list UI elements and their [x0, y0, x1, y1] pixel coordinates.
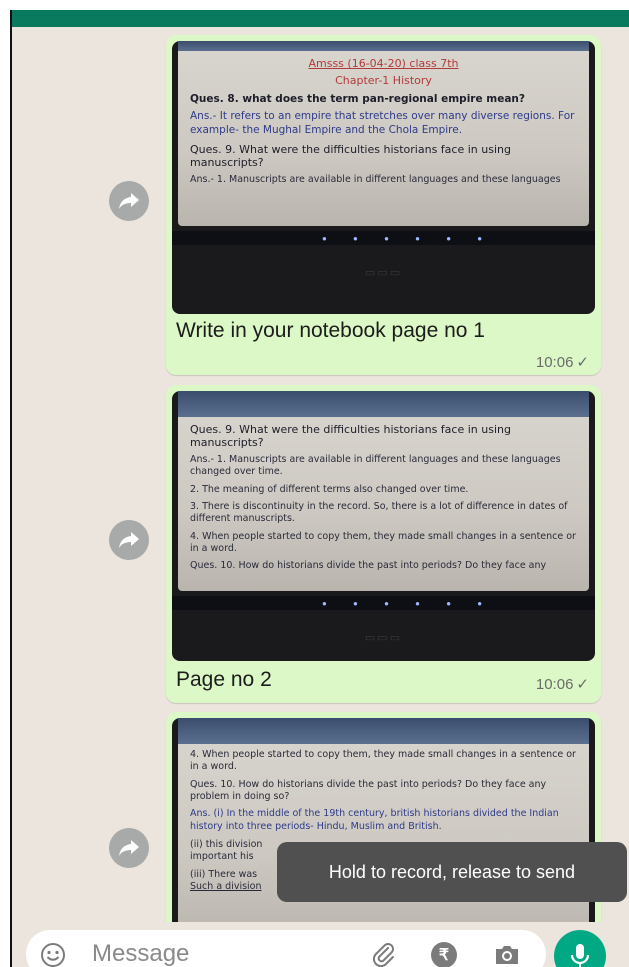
doc-line: Such a division — [190, 881, 262, 893]
forward-icon — [119, 840, 139, 856]
image-message-2[interactable]: Ques. 9. What were the difficulties hist… — [166, 385, 601, 703]
message-caption-2: Page no 2 — [176, 668, 272, 691]
doc-question-9: Ques. 9. What were the difficulties hist… — [190, 423, 511, 449]
doc-line: (ii) this division — [190, 839, 263, 850]
message-placeholder: Message — [92, 940, 190, 967]
double-tick-icon: ✓ — [576, 354, 589, 371]
doc-answer-9-4: 4. When people started to copy them, the… — [190, 530, 576, 555]
app-header-strip — [12, 10, 629, 27]
attach-icon — [372, 943, 394, 967]
doc-question-8: Ques. 8. what does the term pan-regional… — [190, 93, 525, 105]
doc-answer-9-4: 4. When people started to copy them, the… — [190, 749, 576, 773]
image-message-1[interactable]: Amsss (16-04-20) class 7th Chapter-1 His… — [166, 35, 601, 375]
doc-header-2: Chapter-1 History — [335, 74, 432, 87]
forward-icon — [119, 532, 139, 548]
laptop-taskbar: ● ● ● ● ● ● — [172, 231, 595, 245]
forward-button[interactable] — [109, 520, 149, 560]
photo-document-2: Ques. 9. What were the difficulties hist… — [178, 391, 589, 591]
mic-button[interactable] — [554, 930, 606, 967]
forward-icon — [119, 193, 139, 209]
doc-question-10: Ques. 10. How do historians divide the p… — [190, 560, 547, 572]
doc-answer-10: Ans. (i) In the middle of the 19th centu… — [190, 808, 559, 833]
message-photo-2[interactable]: Ques. 9. What were the difficulties hist… — [172, 391, 595, 661]
word-ribbon — [178, 718, 589, 744]
emoji-button[interactable] — [40, 942, 66, 967]
composer-bar: Message ₹ — [12, 922, 629, 967]
doc-question-10: Ques. 10. How do historians divide the p… — [190, 778, 547, 803]
camera-icon — [496, 946, 518, 964]
message-time-2: 10:06 ✓ — [536, 675, 589, 693]
doc-header-1: Amsss (16-04-20) class 7th — [308, 57, 459, 70]
doc-answer-9-3: 3. There is discontinuity in the record.… — [190, 501, 568, 525]
message-photo-3[interactable]: 4. When people started to copy them, the… — [172, 718, 595, 942]
photo-document-1: Amsss (16-04-20) class 7th Chapter-1 His… — [178, 41, 589, 226]
rupee-icon[interactable]: ₹ — [431, 942, 457, 967]
doc-question-9: Ques. 9. What were the difficulties hist… — [190, 143, 511, 170]
double-tick-icon: ✓ — [576, 676, 589, 693]
image-message-3[interactable]: 4. When people started to copy them, the… — [166, 712, 601, 942]
message-input[interactable]: Message ₹ — [26, 930, 546, 967]
forward-button[interactable] — [109, 828, 149, 868]
time-text: 10:06 — [535, 676, 574, 693]
doc-line: (iii) There was — [190, 868, 258, 880]
camera-button[interactable] — [493, 943, 521, 967]
message-caption-1: Write in your notebook page no 1 — [176, 319, 485, 342]
attach-button[interactable] — [371, 942, 397, 967]
word-ribbon — [178, 391, 589, 417]
record-hint-tooltip: Hold to record, release to send — [277, 842, 627, 902]
laptop-taskbar: ● ● ● ● ● ● — [172, 596, 595, 610]
emoji-icon — [41, 943, 65, 967]
message-photo-1[interactable]: Amsss (16-04-20) class 7th Chapter-1 His… — [172, 41, 595, 314]
doc-answer-9-1: Ans.- 1. Manuscripts are available in di… — [190, 454, 561, 478]
word-ribbon — [178, 41, 589, 51]
photo-document-3: 4. When people started to copy them, the… — [178, 718, 589, 942]
mic-icon — [570, 944, 590, 967]
doc-answer-9-2: 2. The meaning of different terms also c… — [190, 483, 469, 495]
time-text: 10:06 — [535, 354, 574, 371]
doc-line: important his — [190, 851, 254, 863]
forward-button[interactable] — [109, 181, 149, 221]
doc-answer-8: Ans.- It refers to an empire that stretc… — [190, 110, 575, 137]
chat-screen: Amsss (16-04-20) class 7th Chapter-1 His… — [10, 10, 629, 967]
doc-answer-9: Ans.- 1. Manuscripts are available in di… — [190, 174, 561, 186]
message-time-1: 10:06 ✓ — [536, 353, 589, 371]
laptop-brand: ▭▭▭ — [364, 267, 403, 279]
laptop-brand: ▭▭▭ — [364, 632, 403, 644]
